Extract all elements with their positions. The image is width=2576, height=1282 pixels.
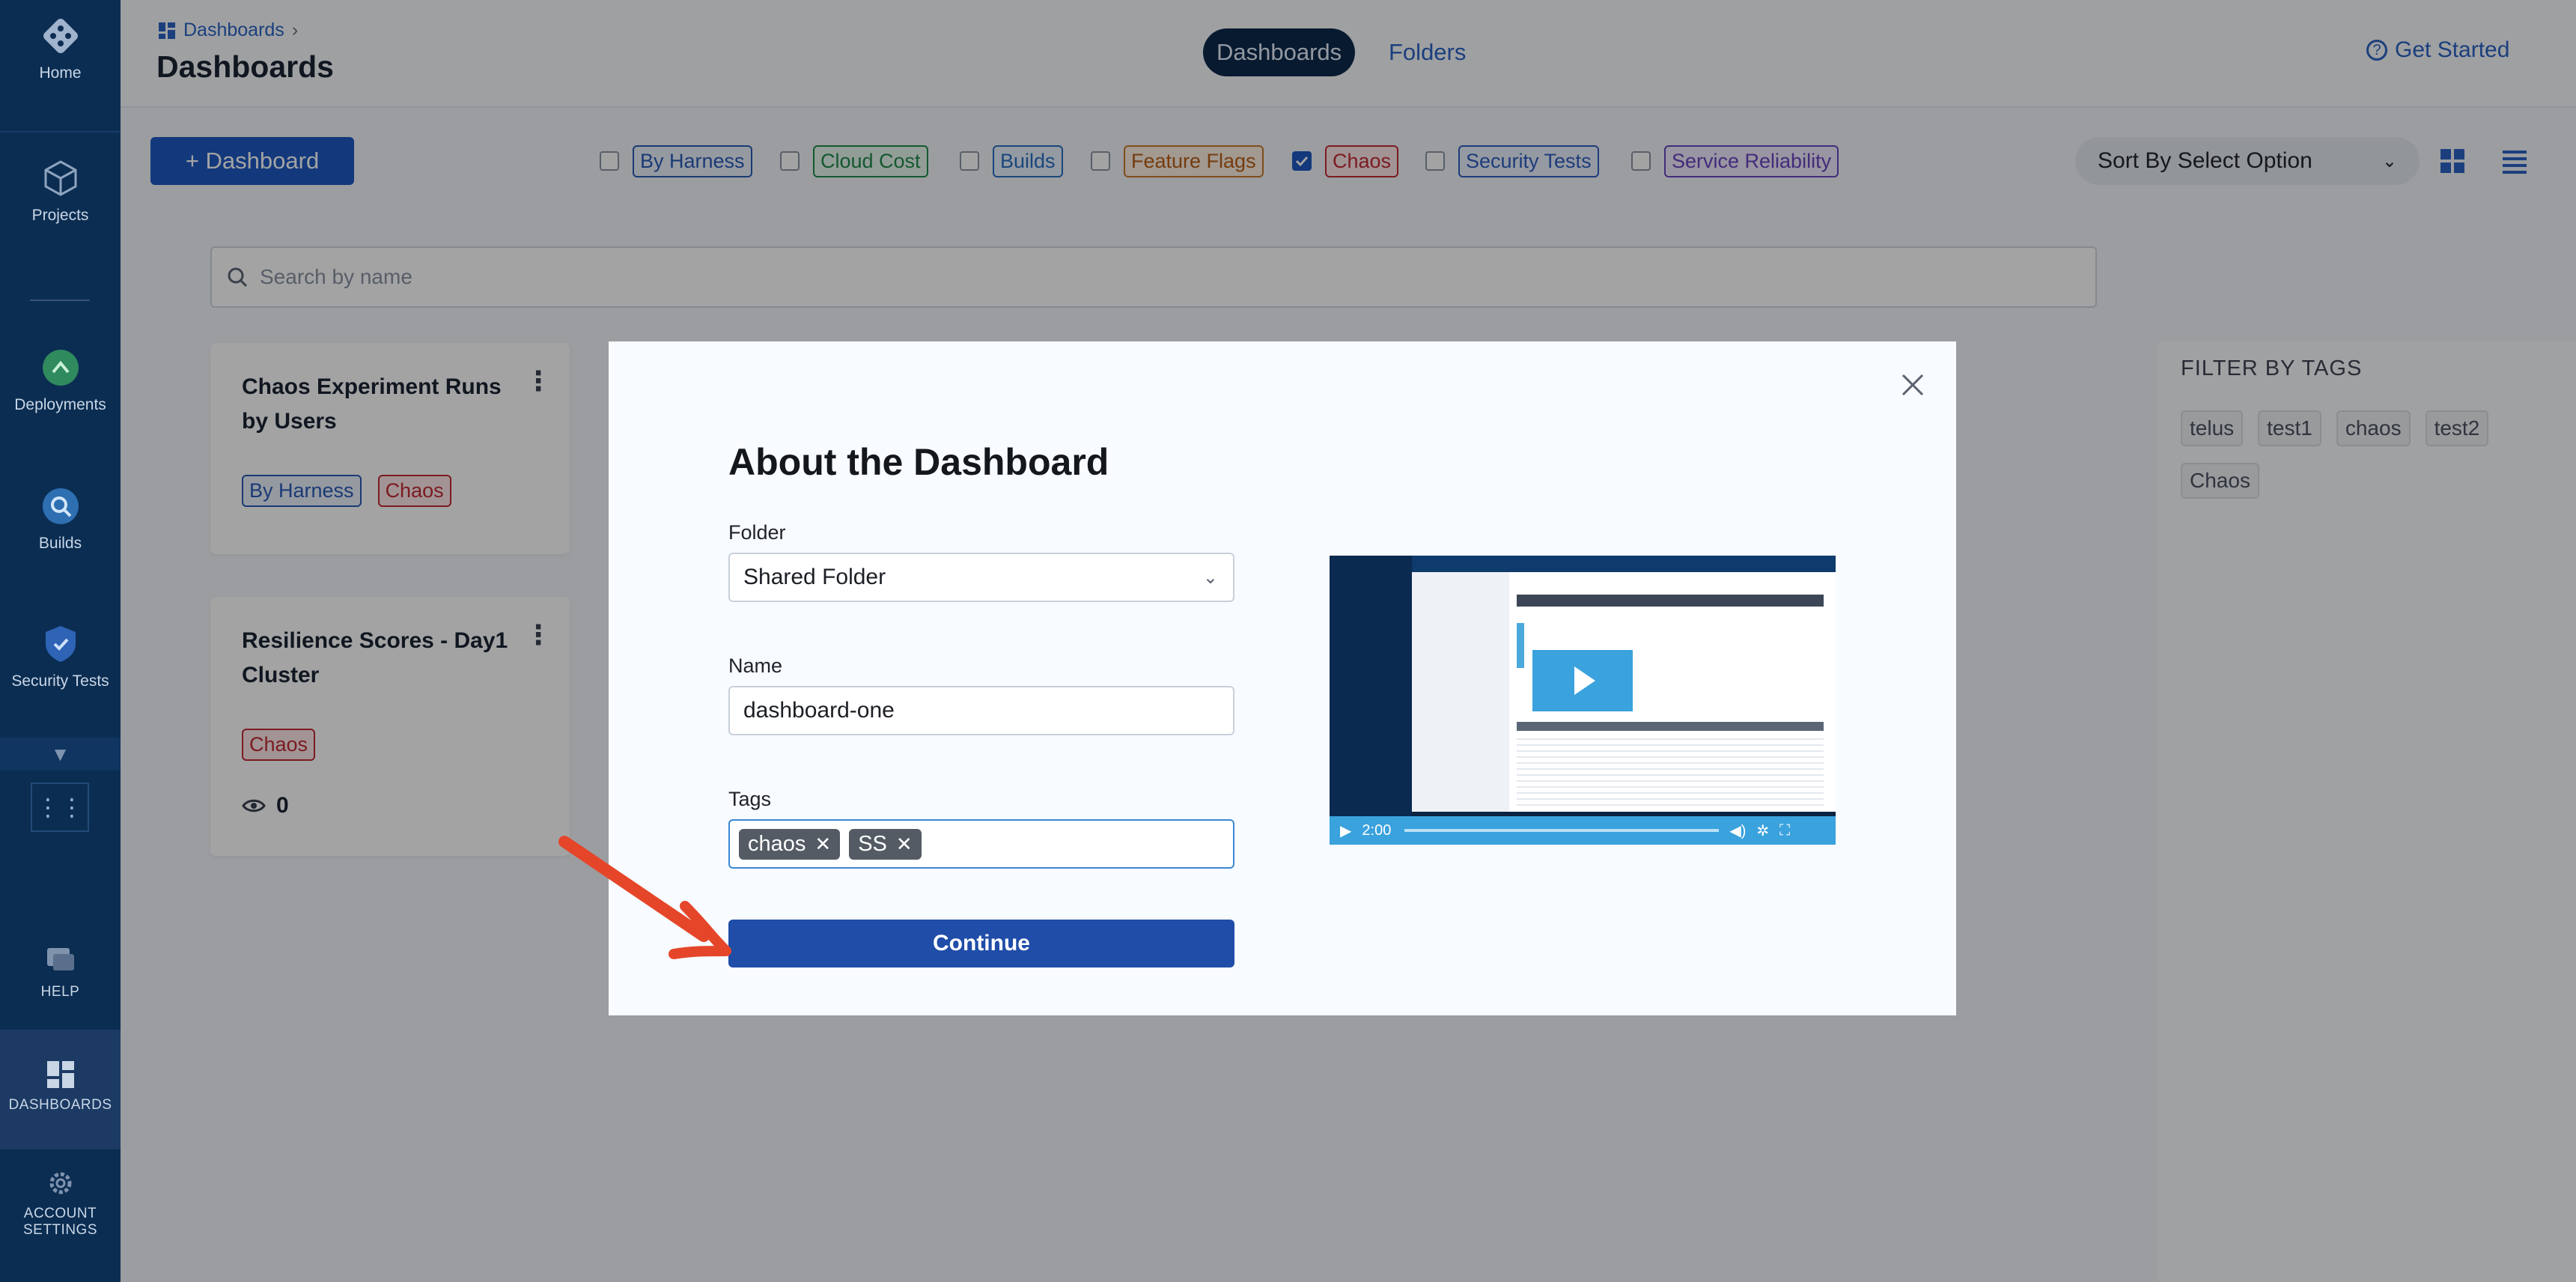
name-label: Name — [728, 654, 783, 677]
tag-chip-label: SS — [858, 831, 887, 856]
nav-projects[interactable]: Projects — [0, 157, 121, 225]
fullscreen-icon[interactable]: ⛶ — [1779, 822, 1790, 839]
video-thumb-chart — [1517, 623, 1524, 668]
nav-dashboards[interactable]: DASHBOARDS — [0, 1030, 121, 1149]
dashboard-icon — [46, 1061, 74, 1088]
video-progress[interactable] — [1404, 829, 1720, 832]
builds-icon — [42, 488, 79, 524]
play-icon — [1574, 666, 1595, 695]
folder-label: Folder — [728, 521, 786, 544]
help-chat-icon — [46, 948, 74, 970]
name-field[interactable]: dashboard-one — [728, 686, 1234, 735]
tags-input[interactable]: chaos ✕ SS ✕ — [728, 819, 1234, 869]
annotation-arrow-icon — [558, 836, 731, 959]
nav-security-tests-label: Security Tests — [11, 672, 109, 690]
video-thumb-bar — [1517, 595, 1824, 607]
video-player[interactable]: ▶ 2:00 ◀) ✲ ⛶ — [1330, 556, 1836, 845]
harness-logo-icon — [43, 19, 78, 53]
video-controls: ▶ 2:00 ◀) ✲ ⛶ — [1330, 816, 1836, 845]
close-icon[interactable] — [1901, 373, 1925, 397]
folder-select[interactable]: Shared Folder ⌄ — [728, 553, 1234, 602]
video-thumb-topbar — [1412, 556, 1836, 572]
tag-chip: SS ✕ — [849, 828, 922, 860]
remove-tag-icon[interactable]: ✕ — [814, 833, 831, 856]
nav-account-settings[interactable]: ACCOUNT SETTINGS — [15, 1168, 106, 1239]
gear-icon — [49, 1172, 71, 1194]
nav-help-label: HELP — [40, 984, 80, 1000]
sidebar: Home Projects Deployments Builds Securit… — [0, 0, 121, 1282]
nav-dashboards-label: DASHBOARDS — [8, 1097, 112, 1113]
shield-icon — [45, 626, 76, 662]
settings-icon[interactable]: ✲ — [1756, 821, 1769, 840]
play-small-icon[interactable]: ▶ — [1340, 821, 1351, 840]
about-dashboard-modal: About the Dashboard Folder Shared Folder… — [609, 341, 1956, 1015]
folder-select-value: Shared Folder — [743, 565, 886, 589]
apps-grid-icon[interactable]: ⋮⋮ — [31, 783, 89, 832]
video-time: 2:00 — [1362, 821, 1392, 839]
nav-security-tests[interactable]: Security Tests — [0, 623, 121, 690]
nav-deployments-label: Deployments — [14, 396, 106, 413]
tags-label: Tags — [728, 788, 772, 810]
video-thumb-panel — [1412, 572, 1509, 812]
chevron-down-icon[interactable]: ▼ — [0, 738, 121, 771]
nav-builds-label: Builds — [38, 535, 82, 552]
name-field-value: dashboard-one — [743, 698, 895, 723]
nav-home-label: Home — [39, 64, 82, 82]
deployments-icon — [42, 350, 79, 386]
nav-builds[interactable]: Builds — [0, 485, 121, 553]
nav-help[interactable]: HELP — [0, 944, 121, 1000]
nav-projects-label: Projects — [31, 207, 89, 224]
cube-icon — [44, 160, 76, 196]
divider — [0, 131, 121, 133]
chevron-down-icon: ⌄ — [1202, 567, 1218, 588]
nav-account-settings-label: ACCOUNT SETTINGS — [22, 1206, 97, 1238]
nav-home[interactable]: Home — [0, 15, 121, 82]
video-thumb-table — [1517, 734, 1824, 806]
video-thumb-sidebar — [1330, 556, 1412, 845]
continue-button[interactable]: Continue — [728, 920, 1234, 967]
remove-tag-icon[interactable]: ✕ — [896, 833, 913, 856]
divider — [30, 300, 90, 301]
play-button[interactable] — [1532, 650, 1633, 711]
video-thumb-table-header — [1517, 722, 1824, 731]
modal-title: About the Dashboard — [728, 441, 1109, 483]
nav-deployments[interactable]: Deployments — [0, 347, 121, 414]
volume-icon[interactable]: ◀) — [1729, 821, 1746, 840]
